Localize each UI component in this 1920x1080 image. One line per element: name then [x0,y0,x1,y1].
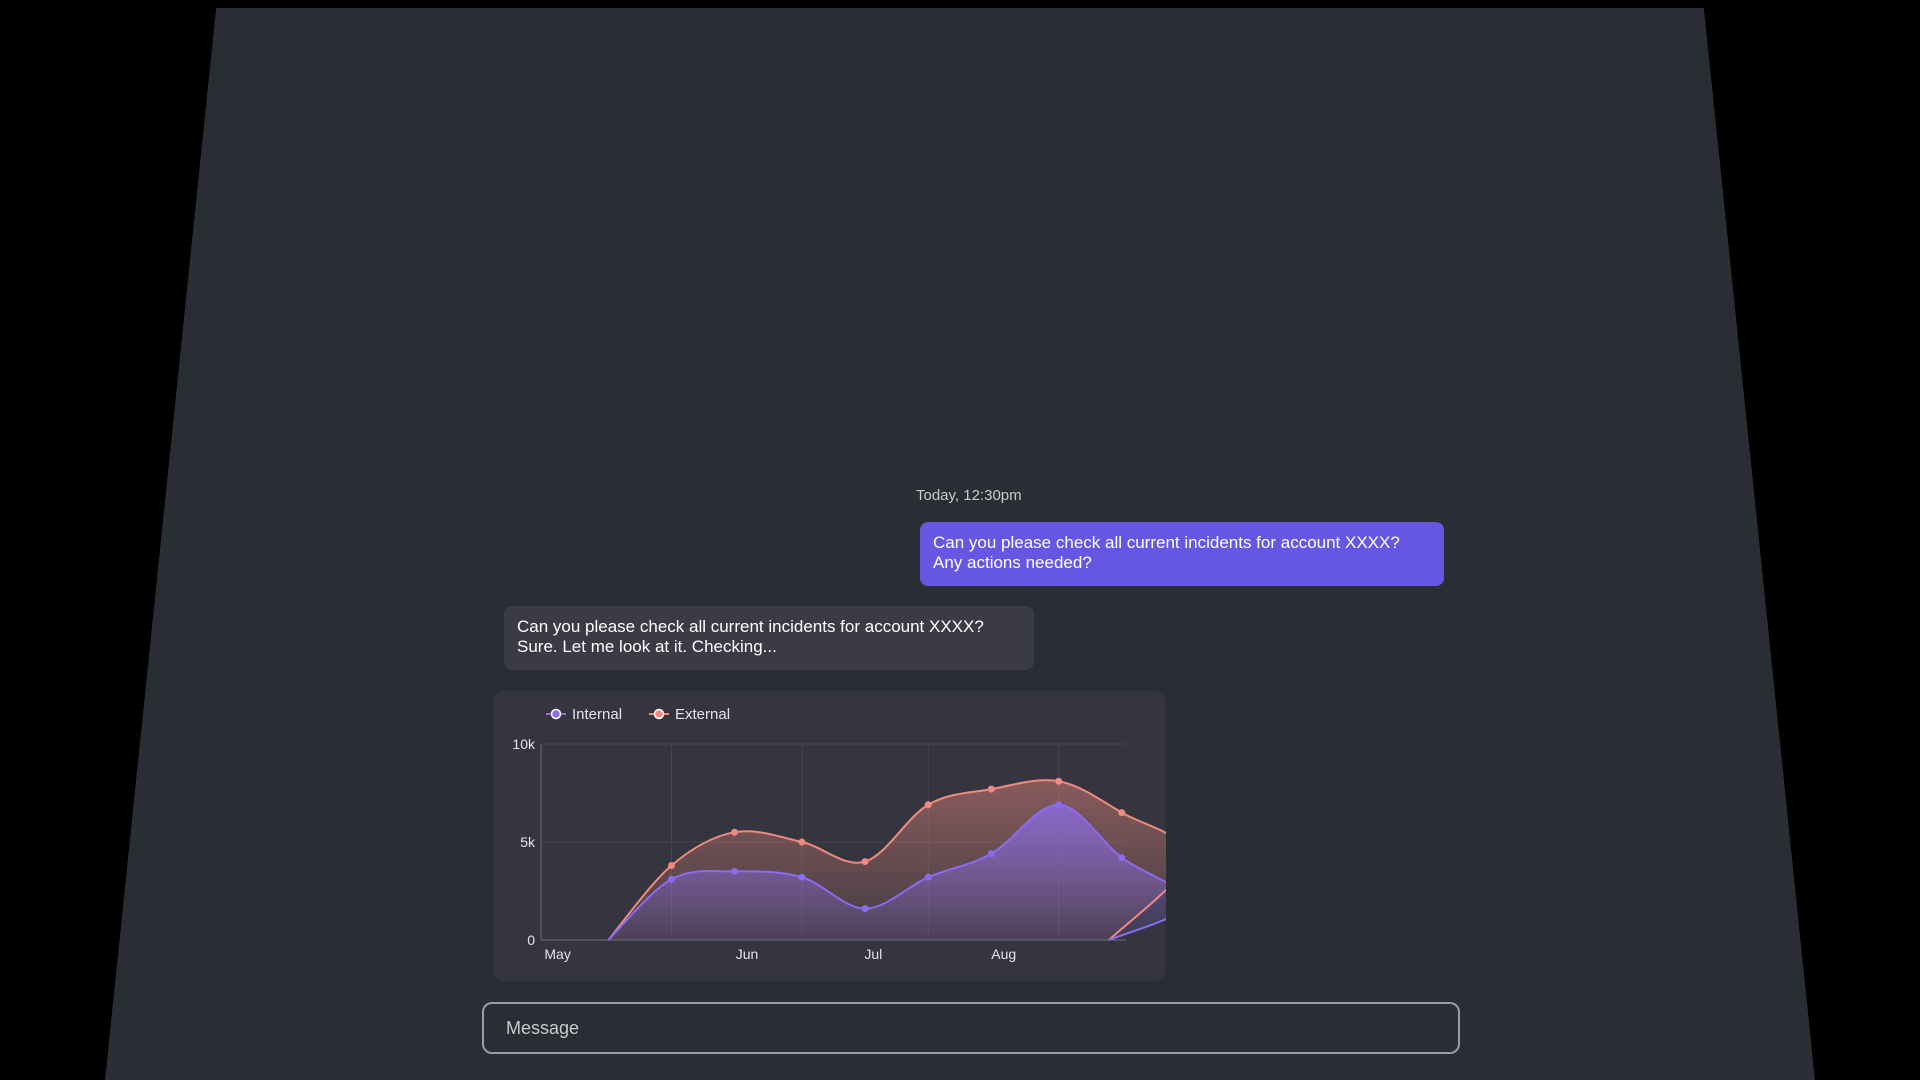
external-data-point [1118,809,1126,817]
external-legend-marker [653,708,665,720]
y-tick-label: 5k [520,834,536,850]
x-tick-label: May [544,946,570,962]
y-tick-label: 0 [527,932,535,948]
internal-data-point [987,850,995,858]
internal-data-point [924,873,932,881]
internal-data-point [1118,854,1126,862]
external-legend-label: External [675,706,730,723]
incident-chart-card: 0 5k 10k May Jun Jul Aug Internal External [493,691,1166,981]
external-data-point [731,828,739,836]
external-data-point [987,785,995,793]
message-input[interactable] [504,1016,1438,1040]
external-data-point [798,838,806,846]
user-message-line: Any actions needed? [933,553,1092,572]
external-data-point [667,862,675,870]
assistant-message-line: Sure. Let me look at it. Checking... [517,637,777,656]
x-tick-label: Aug [991,946,1016,962]
assistant-message-line: Can you please check all current inciden… [517,617,984,636]
x-tick-label: Jun [736,946,759,962]
internal-data-point [667,875,675,883]
assistant-message-bubble: Can you please check all current inciden… [504,606,1034,670]
message-composer[interactable] [482,1002,1460,1054]
external-data-point [861,858,869,866]
user-message-line: Can you please check all current inciden… [933,533,1400,552]
internal-data-point [861,905,869,913]
y-tick-label: 10k [512,736,536,752]
internal-data-point [731,867,739,875]
internal-legend-label: Internal [572,706,622,723]
message-timestamp: Today, 12:30pm [916,487,1022,504]
x-tick-label: Jul [864,946,882,962]
external-data-point [1055,777,1063,785]
user-message-bubble: Can you please check all current inciden… [920,522,1444,586]
internal-data-point [798,873,806,881]
internal-legend-marker [550,708,562,720]
external-data-point [924,801,932,809]
incident-chart: 0 5k 10k May Jun Jul Aug Internal External [512,706,1166,962]
internal-data-point [1055,801,1063,809]
